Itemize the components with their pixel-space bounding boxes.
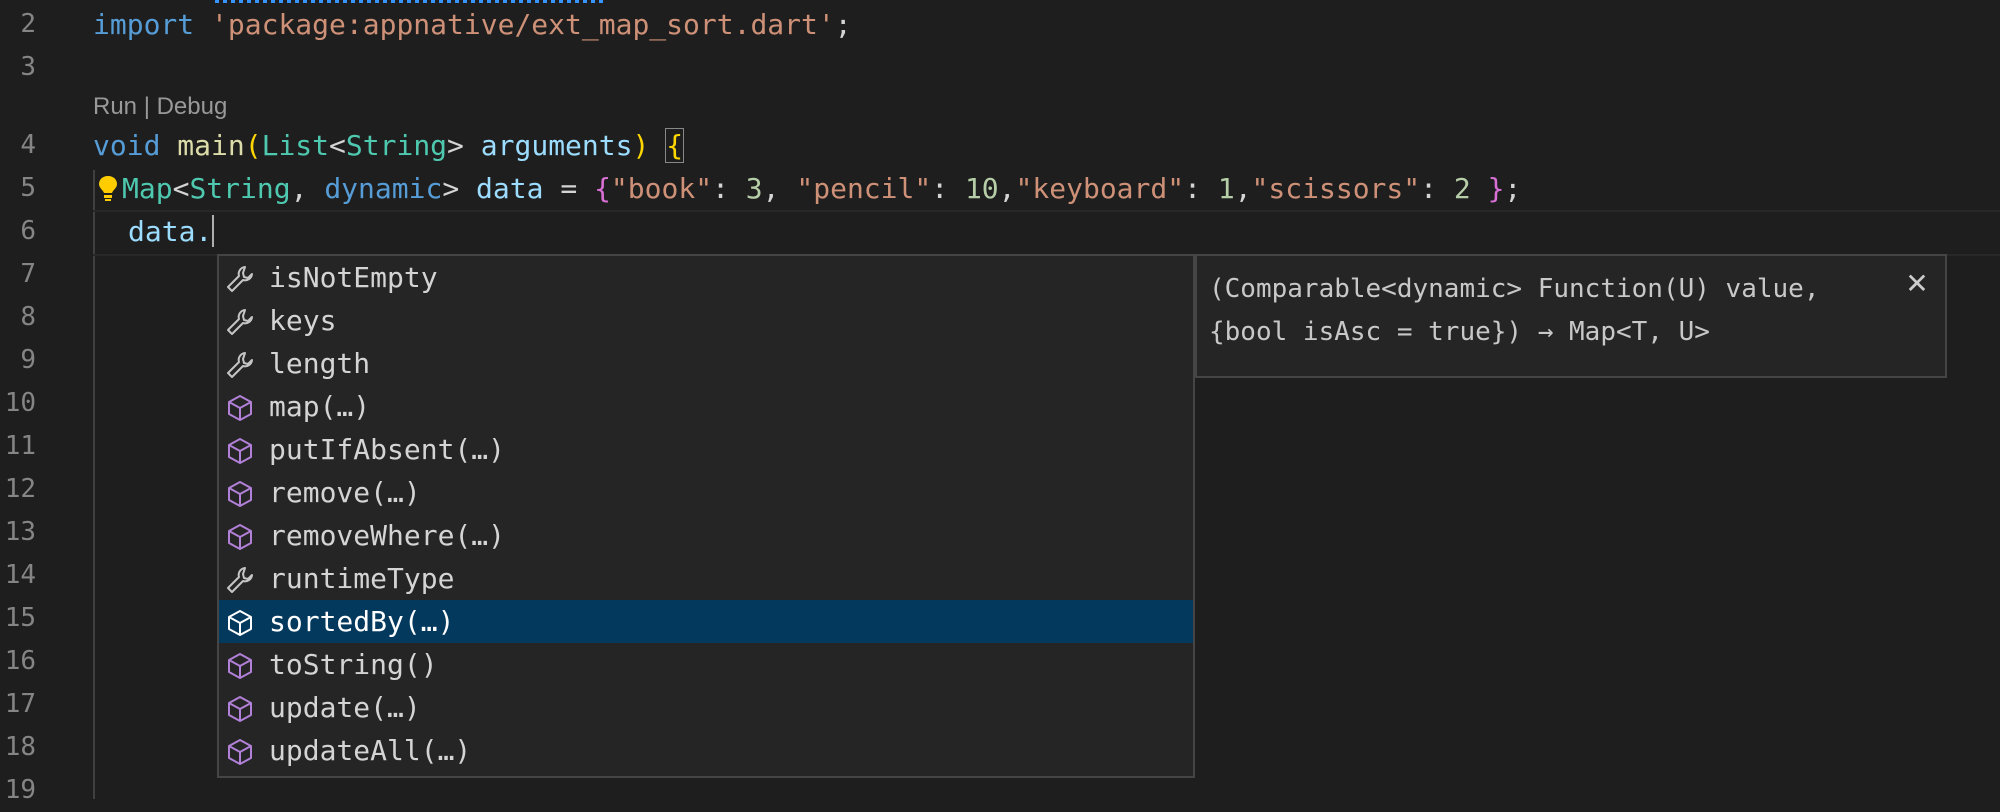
line-number: 4 [20, 130, 36, 160]
suggestion-item[interactable]: update(…) [219, 686, 1193, 729]
line-number: 10 [4, 388, 36, 418]
line-number: 9 [20, 345, 36, 375]
line-number: 13 [4, 517, 36, 547]
indent-guide [93, 170, 95, 799]
text-cursor [212, 215, 215, 247]
close-icon[interactable]: ✕ [1899, 266, 1935, 302]
suggestion-item-selected[interactable]: sortedBy(…) [219, 600, 1193, 643]
line-number: 15 [4, 603, 36, 633]
method-cube-icon [228, 438, 252, 464]
line-number: 16 [4, 646, 36, 676]
wrench-icon [227, 309, 253, 335]
line-number: 14 [4, 560, 36, 590]
suggestion-item[interactable]: length [219, 342, 1193, 385]
suggestion-item[interactable]: isNotEmpty [219, 256, 1193, 299]
code-line-map[interactable]: Map<String, dynamic> data = {"book": 3, … [98, 167, 1521, 210]
line-number: 11 [4, 431, 36, 461]
suggestion-item[interactable]: updateAll(…) [219, 729, 1193, 772]
line-number: 5 [20, 173, 36, 203]
line-number: 19 [4, 775, 36, 805]
current-line-highlight [93, 210, 2000, 256]
suggestion-list[interactable]: isNotEmpty keys length map(…) putIfAbsen… [217, 254, 1195, 778]
method-cube-icon [228, 395, 252, 421]
suggestion-item[interactable]: toString() [219, 643, 1193, 686]
suggestion-item[interactable]: map(…) [219, 385, 1193, 428]
line-number: 2 [20, 9, 36, 39]
suggestion-item[interactable]: removeWhere(…) [219, 514, 1193, 557]
code-line-main[interactable]: void main(List<String> arguments) { [93, 124, 685, 167]
wrench-icon [227, 567, 253, 593]
line-number: 18 [4, 732, 36, 762]
wrench-icon [227, 352, 253, 378]
line-number: 8 [20, 302, 36, 332]
lightbulb-icon[interactable] [98, 174, 118, 202]
codelens-run-debug[interactable]: Run | Debug [93, 87, 227, 127]
line-number: 6 [20, 216, 36, 246]
method-cube-icon [228, 610, 252, 636]
suggestion-item[interactable]: keys [219, 299, 1193, 342]
suggestion-item[interactable]: runtimeType [219, 557, 1193, 600]
signature-text: (Comparable<dynamic> Function(U) value, … [1209, 274, 1820, 347]
method-cube-icon [228, 481, 252, 507]
wrench-icon [227, 266, 253, 292]
line-number-gutter: 2 3 4 5 6 7 8 9 10 11 12 13 14 15 16 17 … [0, 0, 60, 805]
suggestion-item[interactable]: putIfAbsent(…) [219, 428, 1193, 471]
method-cube-icon [228, 739, 252, 765]
line-number: 17 [4, 689, 36, 719]
method-cube-icon [228, 653, 252, 679]
line-number: 3 [20, 52, 36, 82]
method-cube-icon [228, 524, 252, 550]
suggestion-details: (Comparable<dynamic> Function(U) value, … [1195, 254, 1947, 378]
suggestion-item[interactable]: remove(…) [219, 471, 1193, 514]
method-cube-icon [228, 696, 252, 722]
code-line-current[interactable]: data. [128, 210, 215, 253]
line-number: 7 [20, 259, 36, 289]
line-number: 12 [4, 474, 36, 504]
code-line-import[interactable]: import 'package:appnative/ext_map_sort.d… [93, 3, 852, 46]
